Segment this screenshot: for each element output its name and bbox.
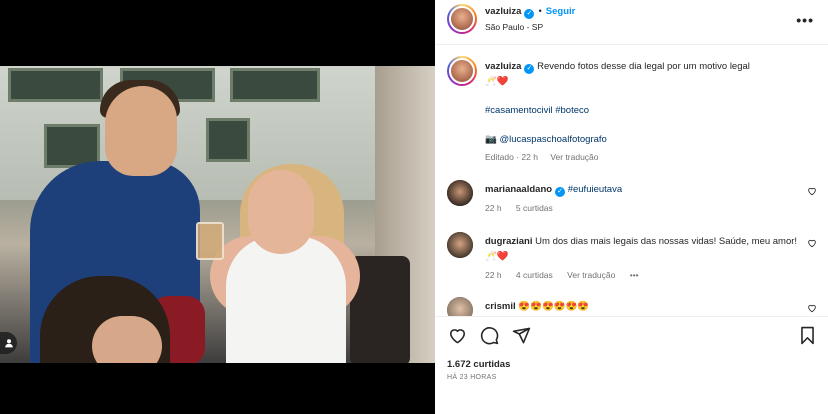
photo-credit-link[interactable]: 📷 @lucaspaschoalfotografo	[485, 132, 810, 147]
commenter-avatar[interactable]	[447, 180, 473, 206]
comment-body: dugraziani Um dos dias mais legais das n…	[485, 234, 800, 283]
comment-body: crismil 😍😍😍😍😍😍	[485, 299, 800, 314]
post-timestamp: HÁ 23 HORAS	[447, 374, 497, 381]
verified-badge-icon: ✓	[524, 64, 535, 74]
comment-username[interactable]: dugraziani	[485, 236, 533, 247]
edited-time: Editado · 22 h	[485, 152, 538, 162]
caption-username[interactable]: vazluiza	[485, 61, 521, 72]
comment-more-options-icon[interactable]: •••	[630, 270, 639, 280]
verified-badge-icon: ✓	[524, 9, 535, 19]
verified-badge-icon: ✓	[555, 187, 566, 197]
comment-like-heart-icon[interactable]	[807, 303, 817, 316]
comment-emojis: 🥂❤️	[485, 251, 509, 262]
comment-likes[interactable]: 5 curtidas	[516, 203, 553, 213]
post-actions-bar: 1.672 curtidas HÁ 23 HORAS	[435, 316, 828, 414]
author-avatar[interactable]	[447, 4, 477, 34]
author-username[interactable]: vazluiza	[485, 6, 521, 17]
comment-like-heart-icon[interactable]	[807, 186, 817, 199]
post-header: vazluiza ✓ • Seguir São Paulo - SP •••	[435, 0, 828, 45]
more-options-icon[interactable]: •••	[796, 12, 814, 28]
caption-text: Revendo fotos desse dia legal por um mot…	[537, 61, 750, 72]
comment-body: marianaaldano ✓ #eufuieutava 22 h 5 curti…	[485, 182, 800, 216]
wall-frame	[8, 68, 103, 102]
wall-frame	[206, 118, 250, 162]
woman-dress	[226, 236, 346, 363]
foreground-person-face	[92, 316, 162, 363]
comment-like-heart-icon[interactable]	[807, 238, 817, 251]
post-side-panel: vazluiza ✓ • Seguir São Paulo - SP ••• vazl…	[435, 0, 828, 414]
post-location[interactable]: São Paulo - SP	[485, 22, 543, 32]
caption-hashtags[interactable]: #casamentocivil #boteco	[485, 103, 810, 118]
post-photo[interactable]	[0, 66, 435, 363]
likes-count[interactable]: 1.672 curtidas	[447, 359, 510, 370]
instagram-post-view: vazluiza ✓ • Seguir São Paulo - SP ••• vazl…	[0, 0, 828, 414]
comment-text: 😍😍😍😍😍😍	[518, 301, 590, 312]
post-media	[0, 0, 435, 414]
caption-emojis: 🥂❤️	[485, 76, 509, 87]
comment-likes[interactable]: 4 curtidas	[516, 270, 553, 280]
comment-text: Um dos dias mais legais das nossas vidas…	[535, 236, 798, 247]
caption-author-avatar[interactable]	[447, 56, 477, 86]
comment-icon[interactable]	[479, 325, 499, 345]
wall-frame	[230, 68, 320, 102]
comment-time: 22 h	[485, 270, 502, 280]
follow-button[interactable]: Seguir	[546, 6, 576, 17]
see-translation-link[interactable]: Ver tradução	[567, 270, 615, 280]
comment-username[interactable]: crismil	[485, 301, 516, 312]
bookmark-icon[interactable]	[797, 325, 817, 345]
caption-meta: Editado · 22 h Ver tradução	[485, 150, 810, 165]
header-title-row: vazluiza ✓ • Seguir	[485, 6, 575, 19]
comment-meta: 22 h 4 curtidas Ver tradução •••	[485, 268, 800, 283]
paper-plane-icon[interactable]	[511, 325, 531, 345]
commenter-avatar[interactable]	[447, 232, 473, 258]
separator-dot: •	[538, 6, 542, 17]
comment-username[interactable]: marianaaldano	[485, 184, 552, 195]
comment-meta: 22 h 5 curtidas	[485, 201, 800, 216]
beer-glass	[196, 222, 224, 260]
see-translation-link[interactable]: Ver tradução	[550, 152, 598, 162]
comment-text[interactable]: #eufuieutava	[568, 184, 622, 195]
comment-time: 22 h	[485, 203, 502, 213]
woman-head	[248, 170, 314, 254]
man-head	[105, 86, 177, 176]
caption-body: vazluiza ✓ Revendo fotos desse dia legal …	[485, 59, 810, 165]
heart-icon[interactable]	[447, 325, 467, 345]
